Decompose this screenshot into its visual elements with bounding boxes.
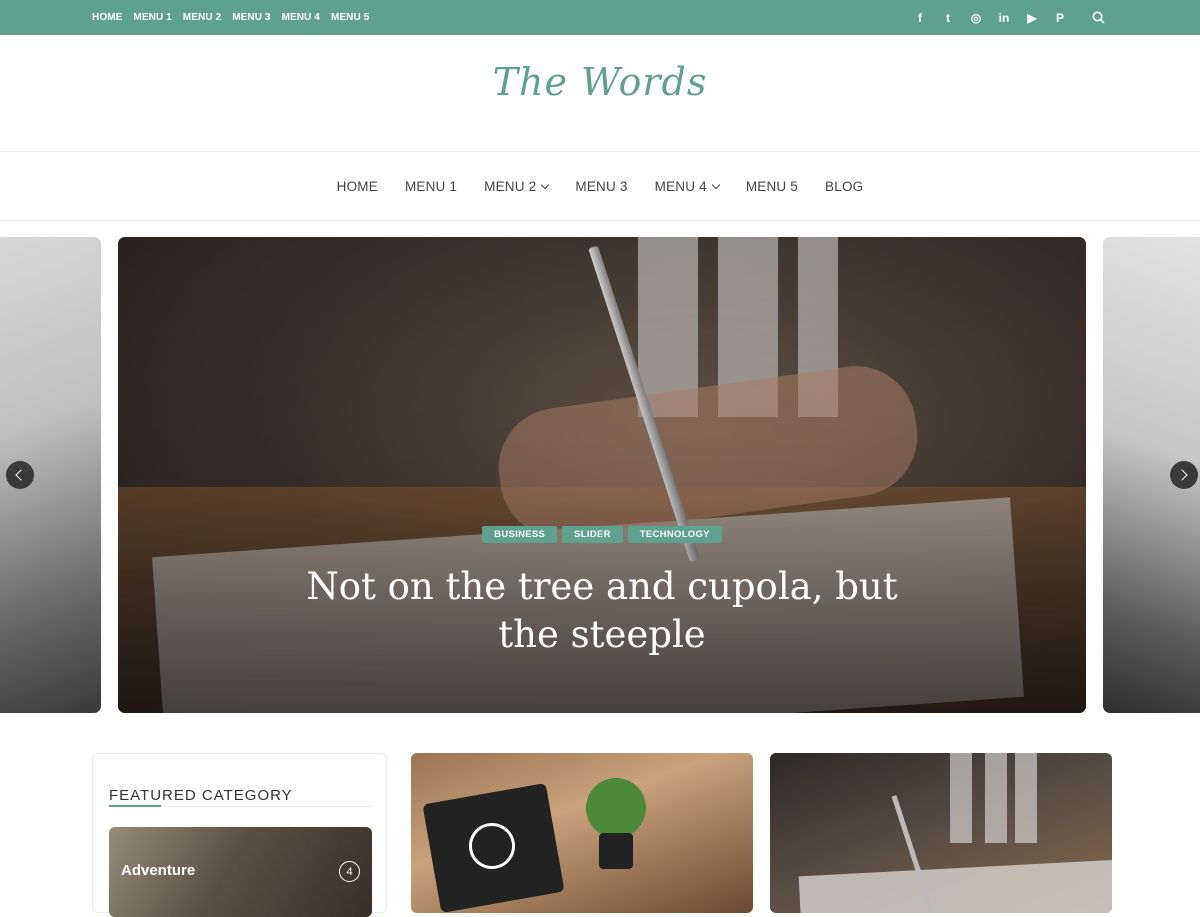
top-menu-4[interactable]: MENU 4 — [282, 12, 320, 23]
paper-image — [798, 859, 1112, 913]
category-count-badge: 4 — [339, 861, 360, 882]
category-name: Adventure — [121, 862, 196, 879]
slider-prev-button[interactable] — [6, 461, 34, 489]
tag-slider[interactable]: SLIDER — [562, 526, 623, 543]
nav-item-menu-2[interactable]: MENU 2 — [484, 178, 550, 194]
slide-current[interactable]: BUSINESS SLIDER TECHNOLOGY Not on the tr… — [118, 237, 1086, 713]
nav-item-label: HOME — [336, 178, 378, 194]
top-menu-2[interactable]: MENU 2 — [183, 12, 221, 23]
tag-business[interactable]: BUSINESS — [482, 526, 558, 543]
top-menu-5[interactable]: MENU 5 — [331, 12, 369, 23]
tag-technology[interactable]: TECHNOLOGY — [627, 526, 722, 543]
slider-next-button[interactable] — [1170, 461, 1198, 489]
nav-item-label: MENU 1 — [404, 178, 458, 194]
top-menu-3[interactable]: MENU 3 — [232, 12, 270, 23]
nav-item-menu-1[interactable]: MENU 1 — [405, 179, 457, 194]
background-window — [985, 753, 1007, 843]
twitter-icon[interactable]: t — [941, 11, 955, 25]
widget-title: FEATURED CATEGORY — [109, 787, 293, 804]
plant-image — [586, 778, 646, 838]
top-menu-home[interactable]: HOME — [92, 12, 122, 23]
nav-item-label: MENU 2 — [484, 178, 537, 194]
nav-item-menu-3[interactable]: MENU 3 — [575, 179, 627, 194]
featured-category-widget: FEATURED CATEGORY Adventure 4 — [92, 753, 387, 917]
post-card-image[interactable] — [411, 753, 753, 913]
background-window — [950, 753, 972, 843]
nav-item-label: BLOG — [825, 178, 864, 194]
nav-item-label: MENU 4 — [654, 178, 707, 194]
chevron-down-icon — [541, 180, 550, 189]
main-navigation: HOME MENU 1 MENU 2 MENU 3 MENU 4 MENU 5 … — [0, 152, 1200, 220]
site-logo[interactable]: The Words — [0, 60, 1200, 104]
nav-item-blog[interactable]: BLOG — [825, 179, 863, 194]
pot-image — [599, 833, 633, 869]
nav-item-label: MENU 5 — [745, 178, 799, 194]
background-window — [1015, 753, 1037, 843]
top-menu: HOME MENU 1 MENU 2 MENU 3 MENU 4 MENU 5 — [92, 0, 369, 35]
facebook-icon[interactable]: f — [913, 11, 927, 25]
slide-title-line: Not on the tree and cupola, but — [306, 565, 898, 608]
linkedin-icon[interactable]: in — [997, 11, 1011, 25]
slide-title[interactable]: Not on the tree and cupola, but the stee… — [118, 563, 1086, 659]
social-links: f t ◎ in ▶ P — [913, 0, 1105, 35]
top-menu-1[interactable]: MENU 1 — [133, 12, 171, 23]
slide-tags: BUSINESS SLIDER TECHNOLOGY — [118, 526, 1086, 543]
category-card-adventure[interactable]: Adventure 4 — [109, 827, 372, 917]
title-accent-line — [109, 805, 161, 807]
divider — [0, 220, 1200, 221]
nav-item-home[interactable]: HOME — [337, 179, 378, 194]
nav-item-menu-4[interactable]: MENU 4 — [654, 178, 721, 194]
pinterest-icon[interactable]: P — [1053, 11, 1067, 25]
nav-item-menu-5[interactable]: MENU 5 — [746, 179, 798, 194]
instagram-icon[interactable]: ◎ — [969, 11, 983, 25]
chevron-down-icon — [711, 180, 721, 189]
youtube-icon[interactable]: ▶ — [1025, 11, 1039, 25]
nav-item-label: MENU 3 — [575, 178, 628, 194]
post-card-image[interactable] — [770, 753, 1112, 913]
search-icon[interactable] — [1091, 11, 1105, 25]
slide-title-line: the steeple — [498, 613, 706, 656]
top-bar: HOME MENU 1 MENU 2 MENU 3 MENU 4 MENU 5 … — [0, 0, 1200, 35]
